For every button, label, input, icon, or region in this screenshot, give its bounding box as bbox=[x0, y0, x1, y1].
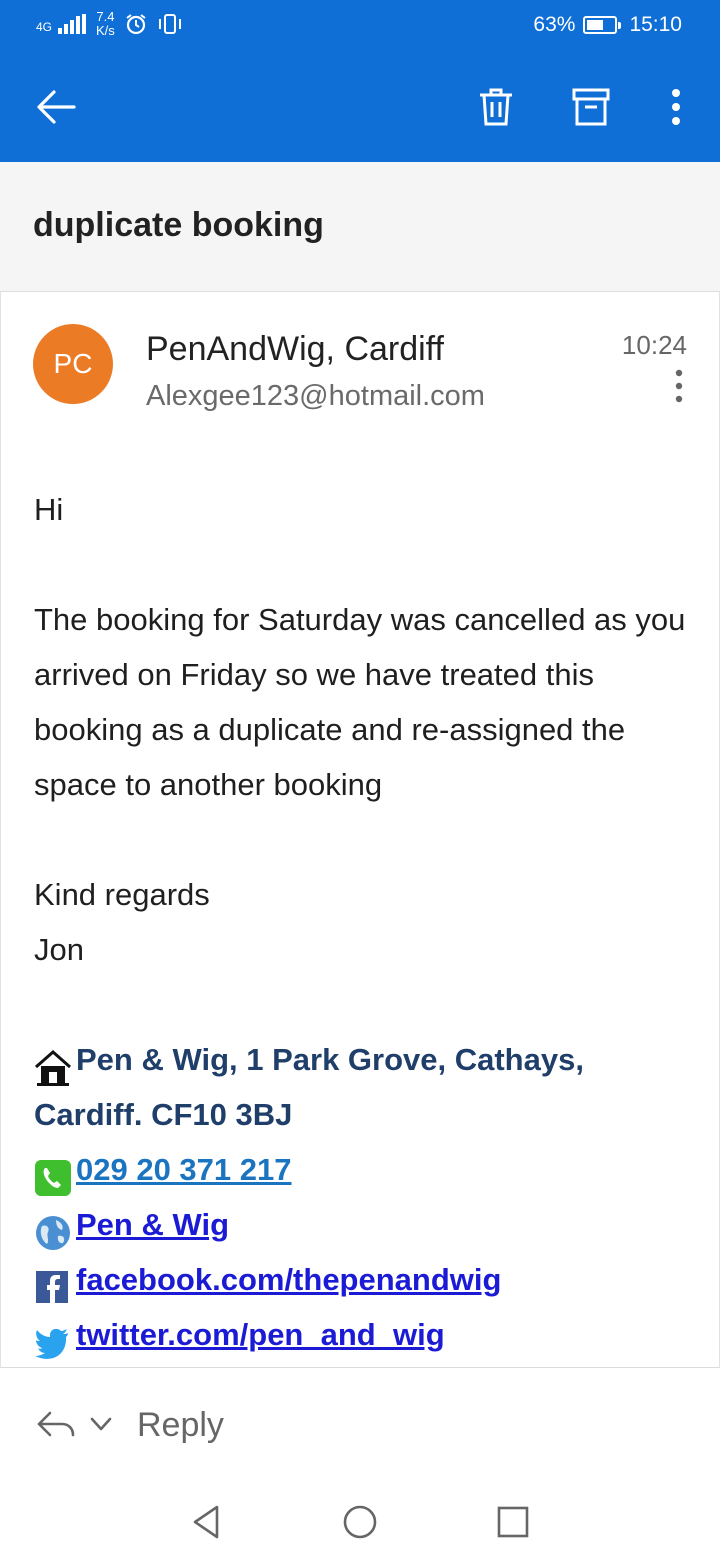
recents-square-icon[interactable] bbox=[493, 1502, 533, 1542]
subject-bar: duplicate booking bbox=[0, 162, 720, 292]
phone-link[interactable]: 029 20 371 217 bbox=[76, 1142, 292, 1197]
delete-button[interactable] bbox=[469, 80, 523, 134]
home-circle-icon[interactable] bbox=[340, 1502, 380, 1542]
back-button[interactable] bbox=[29, 80, 83, 134]
house-icon bbox=[35, 1049, 71, 1086]
battery-icon bbox=[583, 16, 622, 34]
back-arrow-icon bbox=[37, 90, 76, 124]
facebook-link[interactable]: facebook.com/thepenandwig bbox=[76, 1252, 501, 1307]
status-bar: 4G 7.4 K/s 63% 15:10 bbox=[0, 0, 720, 52]
phone-icon bbox=[35, 1160, 71, 1196]
closing: Kind regards bbox=[34, 877, 210, 912]
signer-name: Jon bbox=[34, 932, 84, 967]
speed-unit: K/s bbox=[96, 23, 115, 38]
archive-icon bbox=[572, 88, 610, 126]
reply-button[interactable]: Reply bbox=[137, 1406, 224, 1445]
website-link[interactable]: Pen & Wig bbox=[76, 1197, 229, 1252]
address-line-2: Cardiff. CF10 3BJ bbox=[34, 1097, 293, 1132]
sender-avatar[interactable]: PC bbox=[33, 324, 113, 404]
back-triangle-icon[interactable] bbox=[187, 1502, 227, 1542]
message-body: Hi The booking for Saturday was cancelle… bbox=[34, 482, 694, 977]
more-vertical-icon bbox=[675, 369, 683, 403]
more-options-button[interactable] bbox=[649, 80, 703, 134]
network-type: 4G bbox=[36, 20, 53, 34]
message-card: PC PenAndWig, Cardiff Alexgee123@hotmail… bbox=[0, 292, 720, 1368]
twitter-icon bbox=[35, 1328, 68, 1359]
signal-icon: 4G bbox=[36, 14, 87, 34]
facebook-icon bbox=[36, 1271, 68, 1303]
battery-fill bbox=[587, 20, 604, 30]
more-vertical-icon bbox=[672, 89, 680, 125]
signature-block: Pen & Wig, 1 Park Grove, Cathays, Cardif… bbox=[34, 1032, 694, 1362]
vibrate-icon bbox=[158, 14, 181, 34]
clock: 15:10 bbox=[629, 13, 682, 36]
sender-name[interactable]: PenAndWig, Cardiff bbox=[146, 330, 444, 369]
email-subject: duplicate booking bbox=[33, 206, 324, 244]
alarm-icon bbox=[126, 14, 146, 35]
trash-icon bbox=[480, 88, 512, 126]
system-nav-bar bbox=[0, 1486, 720, 1560]
reply-bar: Reply bbox=[0, 1368, 720, 1486]
network-speed: 7.4 K/s bbox=[96, 10, 115, 38]
greeting: Hi bbox=[34, 492, 64, 527]
address-line-1: Pen & Wig, 1 Park Grove, Cathays, bbox=[76, 1042, 584, 1077]
sender-email[interactable]: Alexgee123@hotmail.com bbox=[146, 380, 485, 413]
archive-button[interactable] bbox=[564, 80, 618, 134]
chevron-down-icon[interactable] bbox=[90, 1416, 112, 1432]
message-more-button[interactable] bbox=[669, 368, 689, 404]
twitter-link[interactable]: twitter.com/pen_and_wig bbox=[76, 1307, 445, 1362]
speed-value: 7.4 bbox=[96, 9, 115, 24]
app-bar bbox=[0, 52, 720, 162]
message-time: 10:24 bbox=[621, 330, 687, 360]
message-paragraph: The booking for Saturday was cancelled a… bbox=[34, 602, 686, 802]
globe-icon bbox=[36, 1216, 70, 1250]
top-bar: 4G 7.4 K/s 63% 15:10 bbox=[0, 0, 720, 162]
battery-percent: 63% bbox=[533, 13, 576, 36]
reply-arrow-icon[interactable] bbox=[36, 1410, 76, 1440]
